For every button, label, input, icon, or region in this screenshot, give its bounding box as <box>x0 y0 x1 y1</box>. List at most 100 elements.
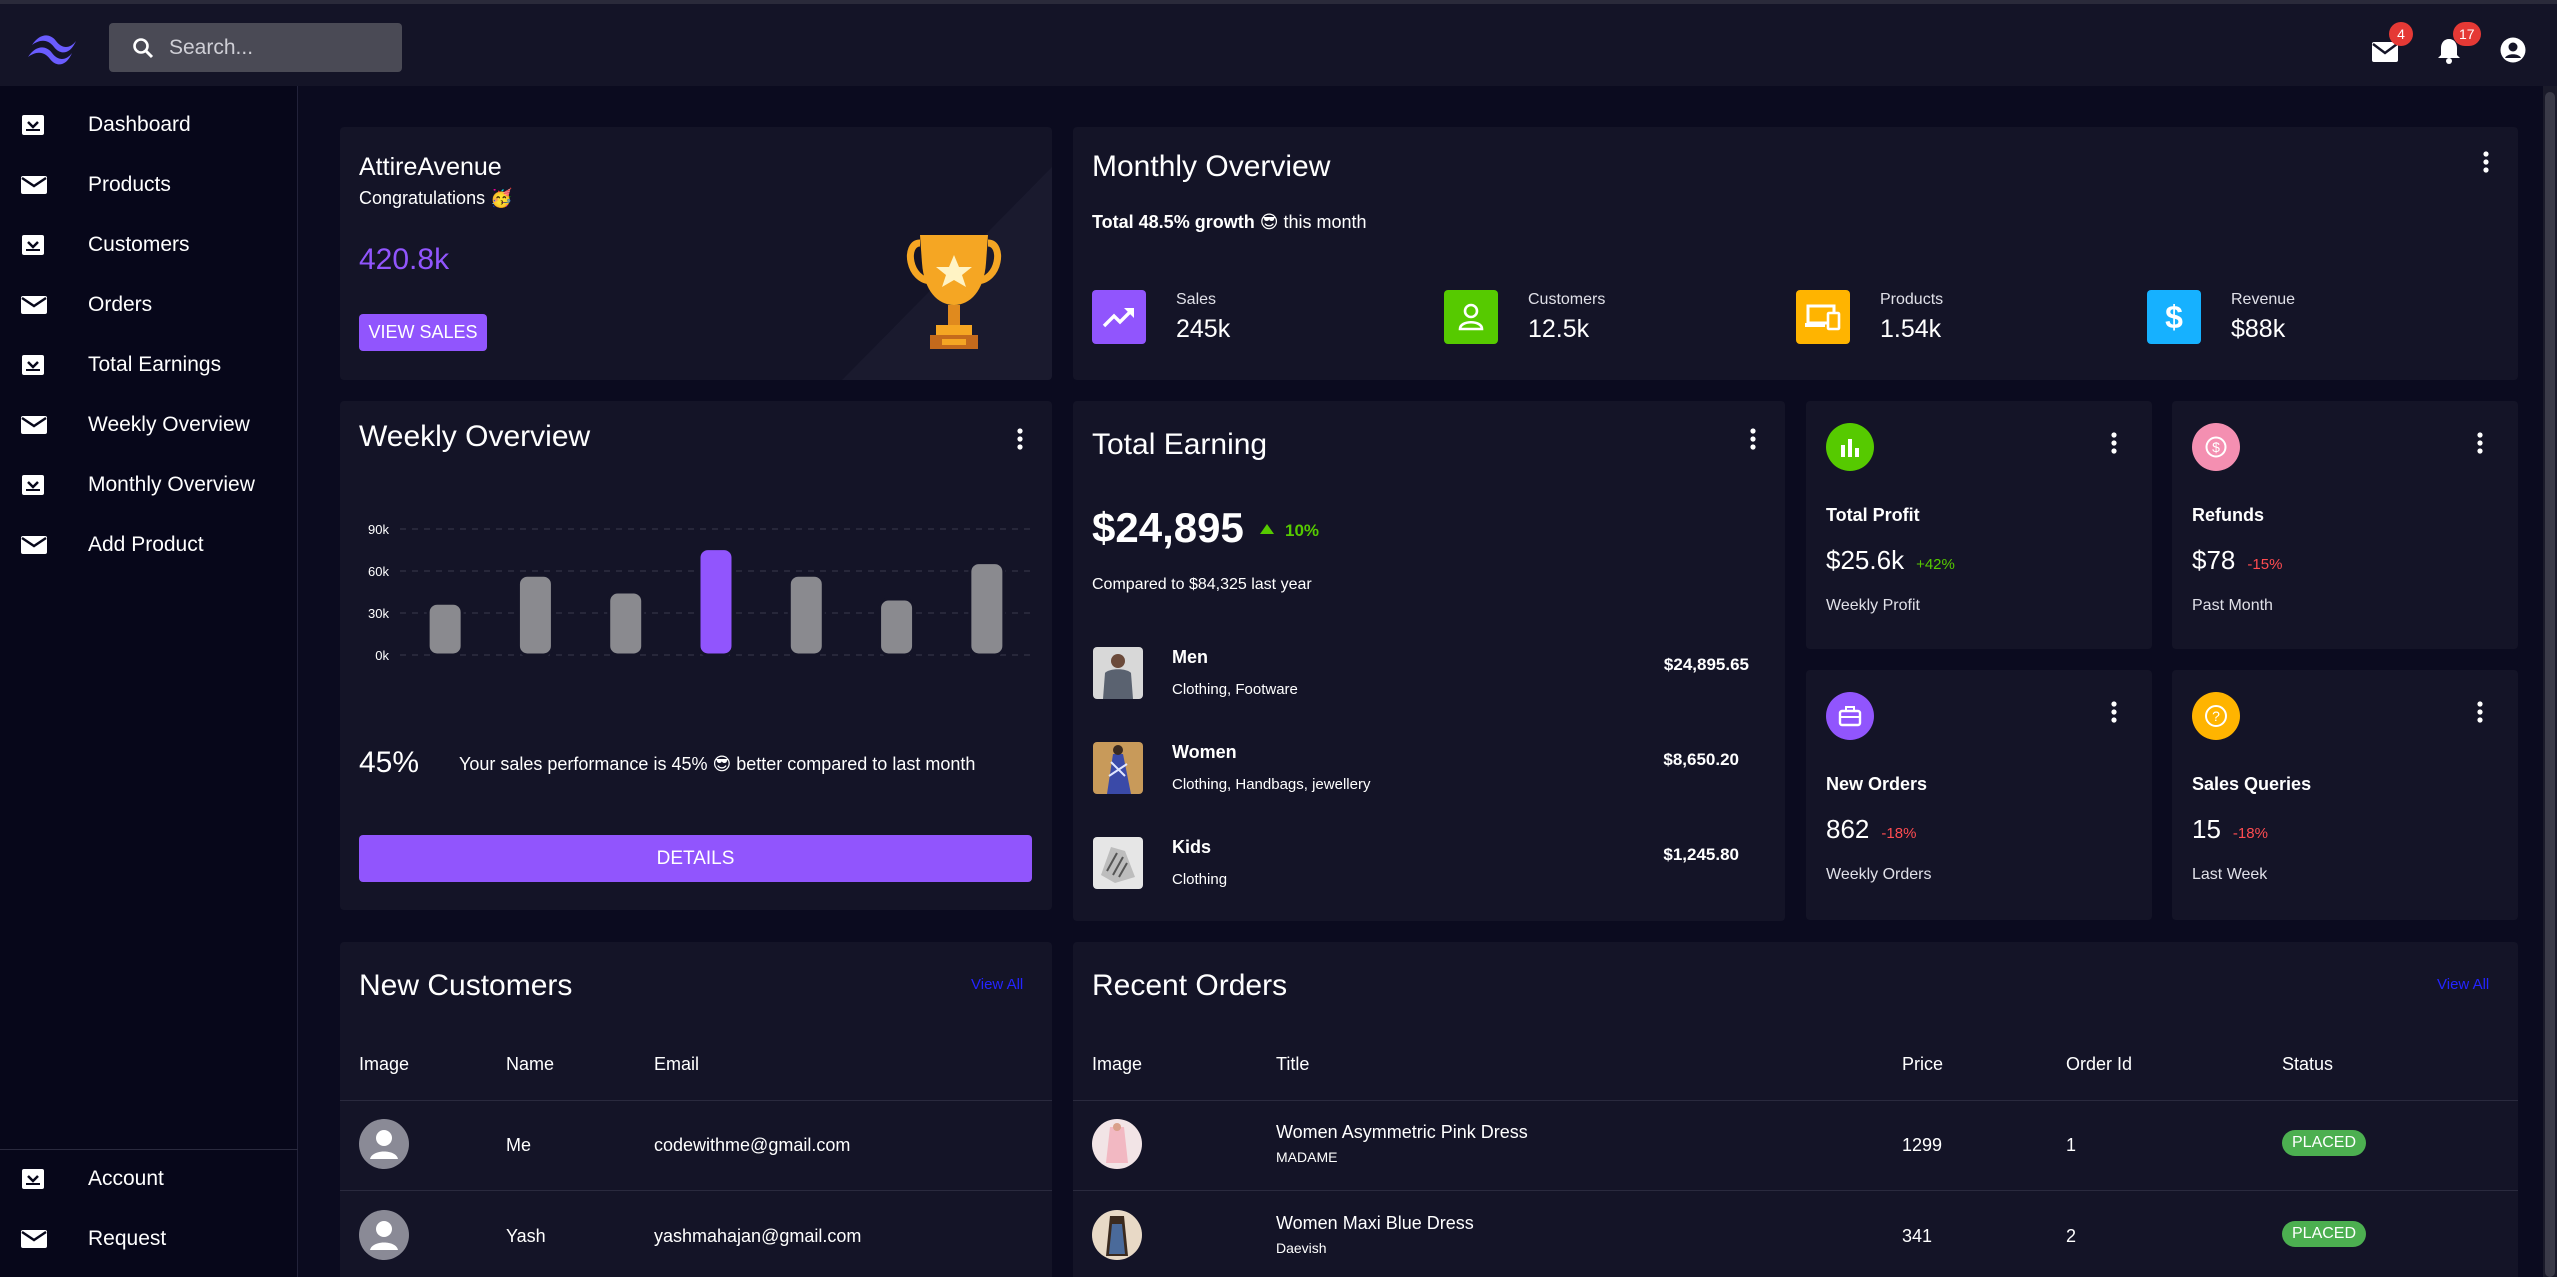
more-vert-icon[interactable] <box>2481 150 2491 174</box>
devices-icon <box>1796 290 1850 344</box>
chart-bar[interactable] <box>426 601 464 657</box>
more-vert-icon[interactable] <box>2109 700 2119 724</box>
category-name: Men <box>1172 647 1208 667</box>
stat-label: Products <box>1880 290 1944 308</box>
sidebar-item-total-earnings[interactable]: Total Earnings <box>0 335 298 395</box>
notifications-button[interactable]: 17 <box>2435 22 2481 64</box>
sidebar-item-products[interactable]: Products <box>0 155 298 215</box>
stat-revenue: $ Revenue $88k <box>2147 290 2295 344</box>
sidebar-item-monthly-overview[interactable]: Monthly Overview <box>0 455 298 515</box>
card-title: New Customers <box>359 969 573 1002</box>
divider <box>340 1190 1052 1191</box>
sidebar-item-dashboard[interactable]: Dashboard <box>0 95 298 155</box>
view-sales-button[interactable]: VIEW SALES <box>359 314 487 351</box>
earning-row[interactable]: Women Clothing, Handbags, jewellery $8,6… <box>1073 734 1785 804</box>
sidebar-item-weekly-overview[interactable]: Weekly Overview <box>0 395 298 455</box>
category-amount: $24,895.65 <box>1663 655 1749 674</box>
sidebar-item-label: Account <box>88 1167 164 1190</box>
view-all-link[interactable]: View All <box>2437 976 2489 993</box>
category-sub: Clothing, Handbags, jewellery <box>1172 776 1371 793</box>
sidebar-item-account[interactable]: Account <box>0 1149 298 1209</box>
avatar <box>359 1210 409 1260</box>
search-input[interactable] <box>169 35 389 60</box>
chart-bar[interactable] <box>968 561 1006 657</box>
chart-bar[interactable] <box>787 573 825 657</box>
more-vert-icon[interactable] <box>2475 431 2485 455</box>
men-category-thumbnail <box>1093 647 1143 699</box>
mini-value-row: $78 -15% <box>2192 545 2282 576</box>
search-box[interactable] <box>109 23 402 72</box>
status-badge: PLACED <box>2282 1221 2367 1247</box>
account-button[interactable] <box>2499 26 2531 64</box>
mini-delta: -15% <box>2247 556 2283 573</box>
arrow-up-icon <box>1260 524 1274 534</box>
more-vert-icon[interactable] <box>2475 700 2485 724</box>
sidebar-item-add-product[interactable]: Add Product <box>0 515 298 575</box>
category-name: Kids <box>1172 837 1212 857</box>
view-all-link[interactable]: View All <box>971 976 1023 993</box>
inbox-icon <box>22 355 44 375</box>
mini-title: Total Profit <box>1826 505 1920 525</box>
sidebar-item-request[interactable]: Request <box>0 1209 298 1269</box>
mini-delta: -18% <box>1881 825 1917 842</box>
sidebar-item-customers[interactable]: Customers <box>0 215 298 275</box>
column-header[interactable]: Order Id <box>2066 1054 2132 1075</box>
chart-bar[interactable] <box>697 547 735 657</box>
weekly-message: Your sales performance is 45% 😎 better c… <box>459 754 976 774</box>
order-id: 1 <box>2066 1135 2077 1155</box>
total-sales-amount: 420.8k <box>359 243 450 276</box>
sales-queries-card: ? Sales Queries 15 -18% Last Week <box>2172 670 2518 920</box>
briefcase-icon <box>1826 692 1874 740</box>
column-header[interactable]: Image <box>1092 1054 1142 1075</box>
stat-label: Customers <box>1528 290 1606 308</box>
category-amount: $8,650.20 <box>1663 750 1739 769</box>
details-button[interactable]: DETAILS <box>359 835 1032 882</box>
mini-value-row: 862 -18% <box>1826 814 1916 845</box>
tailwind-logo-icon[interactable] <box>26 29 80 69</box>
stat-customers: Customers 12.5k <box>1444 290 1605 344</box>
chart-bar[interactable] <box>607 590 645 657</box>
mini-value: $78 <box>2192 545 2236 575</box>
y-tick-label: 30k <box>368 606 389 621</box>
stat-label: Sales <box>1176 290 1217 308</box>
stat-value: 1.54k <box>1880 314 1942 343</box>
new-customers-card: New Customers View All Image Name Email … <box>340 942 1052 1277</box>
column-header[interactable]: Email <box>654 1054 699 1075</box>
search-icon <box>133 37 154 58</box>
sidebar-item-orders[interactable]: Orders <box>0 275 298 335</box>
column-header[interactable]: Name <box>506 1054 554 1075</box>
earning-row[interactable]: Men Clothing, Footware $24,895.65 <box>1073 639 1785 709</box>
stat-products: Products 1.54k <box>1796 290 1943 344</box>
customer-name: Me <box>506 1135 532 1155</box>
more-vert-icon[interactable] <box>2109 431 2119 455</box>
order-id: 2 <box>2066 1226 2077 1246</box>
order-price: 1299 <box>1902 1135 1943 1155</box>
earning-row[interactable]: Kids Clothing $1,245.80 <box>1073 829 1785 899</box>
mail-button[interactable]: 4 <box>2371 22 2413 64</box>
help-icon: ? <box>2192 692 2240 740</box>
mail-icon <box>21 296 47 314</box>
chart-bar[interactable] <box>516 573 554 657</box>
dollar-icon: $ <box>2147 290 2201 344</box>
congrats-text: Congratulations 🥳 <box>359 188 513 208</box>
column-header[interactable]: Status <box>2282 1054 2333 1075</box>
earning-amount: $24,895 <box>1092 504 1244 551</box>
category-sub: Clothing, Footware <box>1172 681 1298 698</box>
more-vert-icon[interactable] <box>1748 427 1758 451</box>
column-header[interactable]: Price <box>1902 1054 1943 1075</box>
scrollbar-thumb[interactable] <box>2545 92 2555 1277</box>
trophy-icon <box>907 235 1001 349</box>
chart-bar[interactable] <box>878 597 916 657</box>
more-vert-icon[interactable] <box>1015 427 1025 451</box>
column-header[interactable]: Title <box>1276 1054 1309 1075</box>
sidebar-item-label: Total Earnings <box>88 353 222 376</box>
category-name: Women <box>1172 742 1237 762</box>
order-title: Women Maxi Blue Dress <box>1276 1213 1474 1233</box>
column-header[interactable]: Image <box>359 1054 409 1075</box>
card-title: Monthly Overview <box>1092 150 1331 183</box>
mini-delta: -18% <box>2232 825 2268 842</box>
new-orders-card: New Orders 862 -18% Weekly Orders <box>1806 670 2152 920</box>
women-category-thumbnail <box>1093 742 1143 794</box>
stat-value: 245k <box>1176 314 1231 343</box>
customer-email: codewithme@gmail.com <box>654 1135 851 1155</box>
